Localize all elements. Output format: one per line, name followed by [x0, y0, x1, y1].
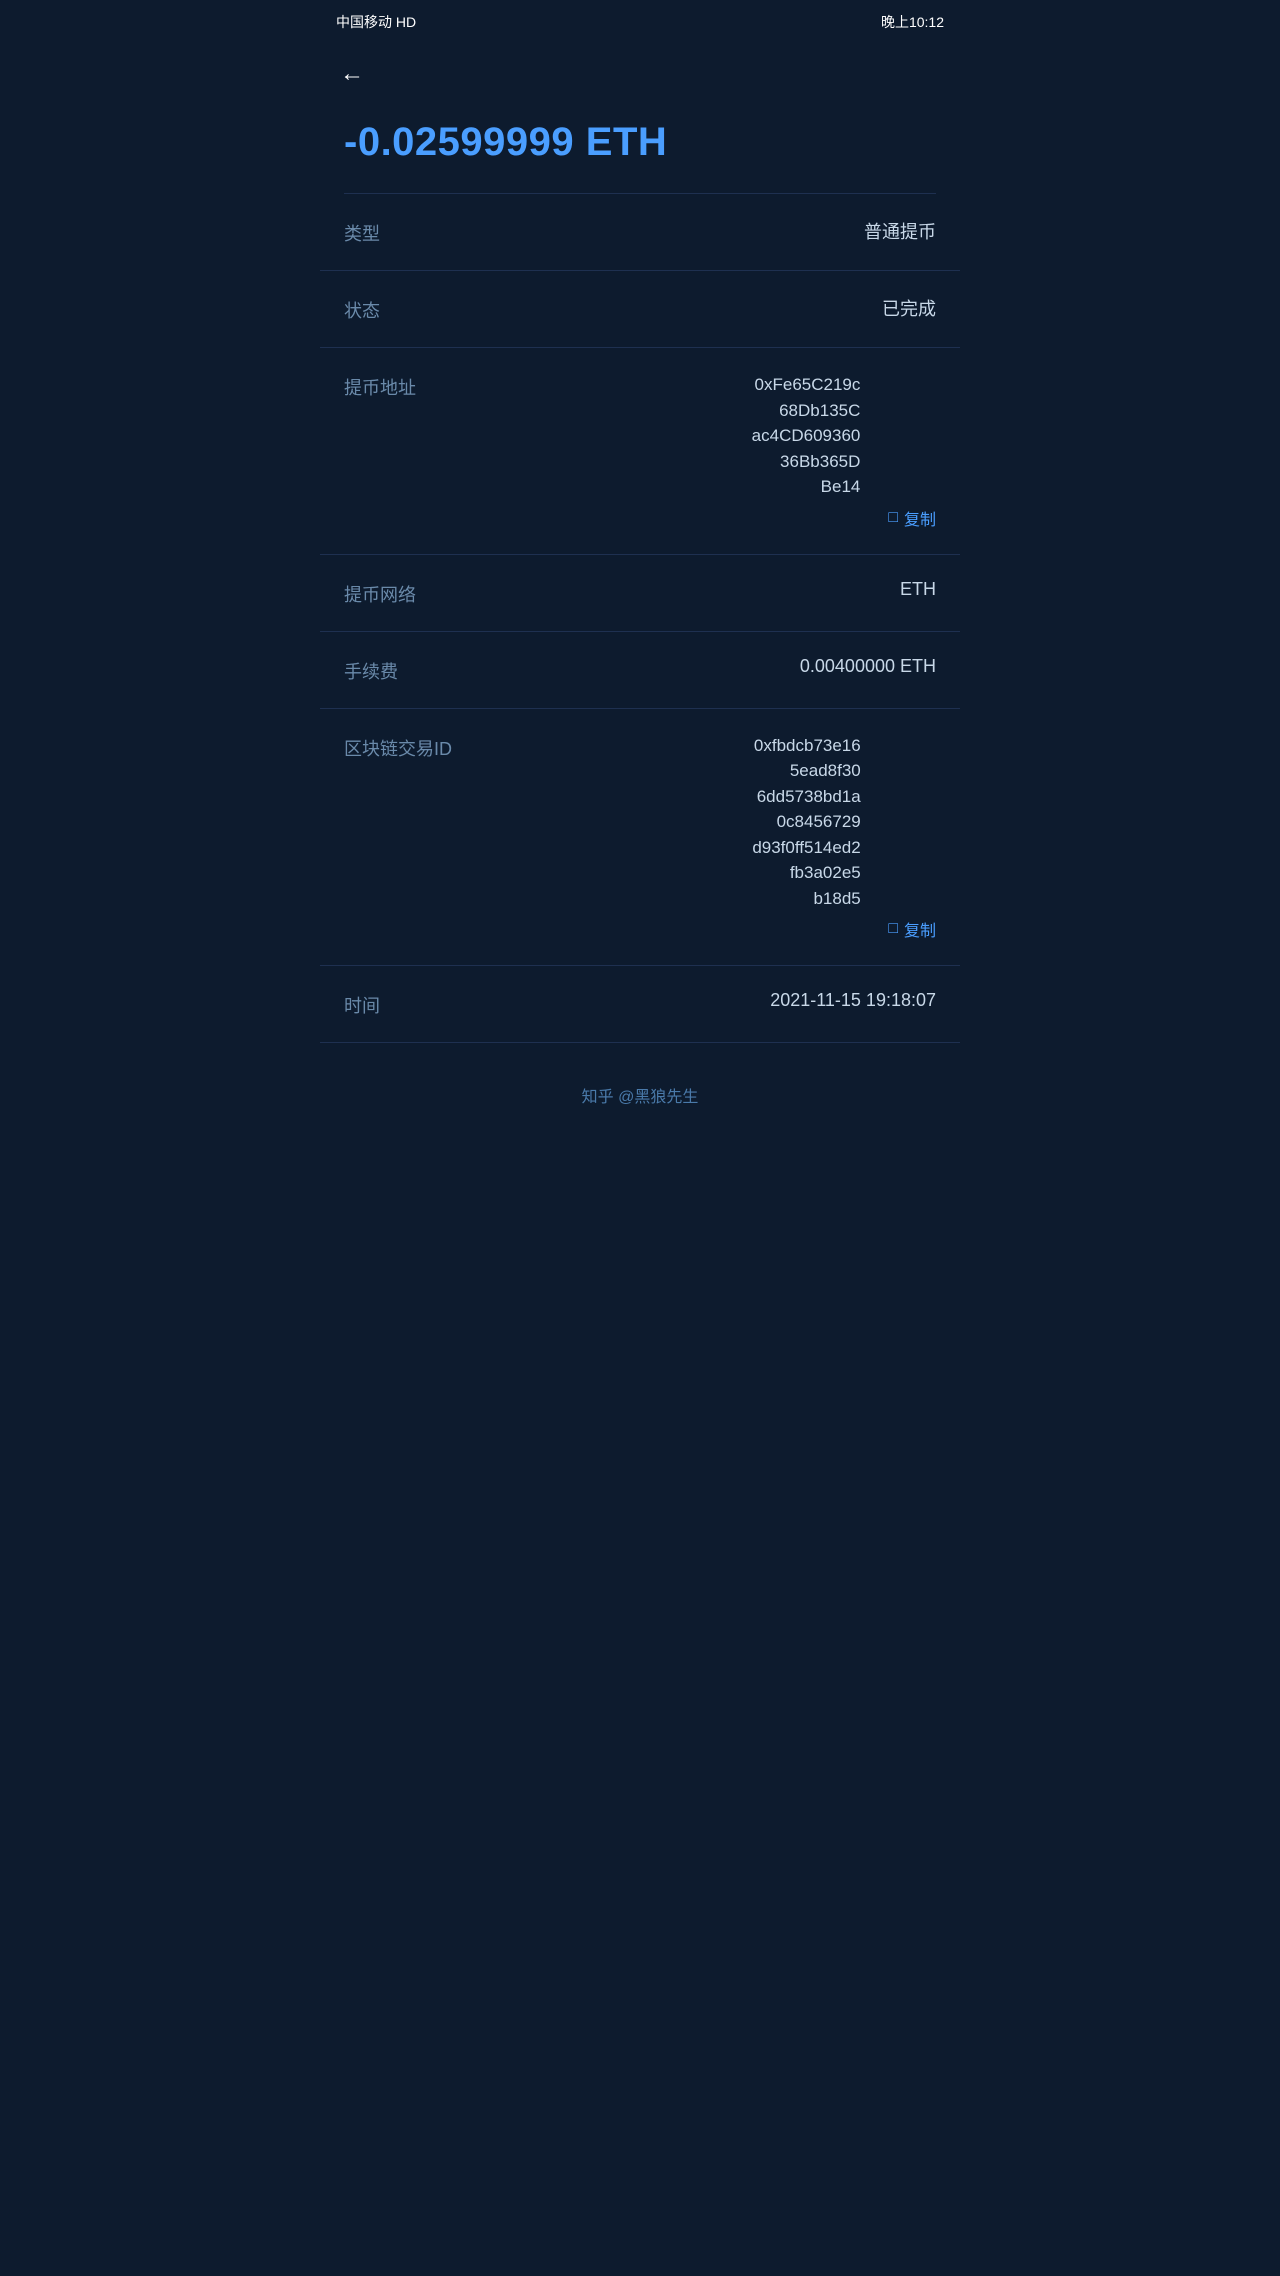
time-label: 时间 — [344, 990, 380, 1018]
amount-section: -0.02599999 ETH — [320, 96, 960, 193]
address-label: 提币地址 — [344, 372, 416, 400]
fee-label: 手续费 — [344, 656, 398, 684]
address-line1: 0xFe65C219c68Db135C ac4CD60936036Bb365D … — [747, 372, 860, 500]
copy-icon: □ — [888, 509, 898, 527]
watermark-text: 知乎 @黑狼先生 — [582, 1089, 699, 1106]
txid-value: 0xfbdcb73e165ead8f30 6dd5738bd1a0c845672… — [748, 733, 861, 912]
status-value: 已完成 — [882, 295, 936, 321]
copy-icon-2: □ — [888, 920, 898, 938]
time-value: 2021-11-15 19:18:07 — [770, 990, 936, 1011]
txid-label: 区块链交易ID — [344, 733, 452, 761]
address-copy-label: 复制 — [904, 506, 936, 530]
type-row: 类型 普通提币 — [320, 194, 960, 271]
type-value: 普通提币 — [864, 218, 936, 244]
txid-block: 0xfbdcb73e165ead8f30 6dd5738bd1a0c845672… — [748, 733, 936, 942]
back-arrow-icon: ← — [340, 60, 364, 87]
back-button[interactable]: ← — [320, 44, 960, 96]
type-label: 类型 — [344, 218, 380, 246]
network-row: 提币网络 ETH — [320, 555, 960, 632]
network-label: 提币网络 — [344, 579, 416, 607]
amount-value: -0.02599999 ETH — [344, 120, 936, 165]
address-row: 提币地址 0xFe65C219c68Db135C ac4CD60936036Bb… — [320, 348, 960, 555]
time-text: 晚上10:12 — [881, 12, 944, 32]
carrier-text: 中国移动 HD — [336, 12, 416, 32]
status-row: 状态 已完成 — [320, 271, 960, 348]
address-copy-button[interactable]: □ 复制 — [747, 506, 936, 530]
status-bar: 中国移动 HD 晚上10:12 — [320, 0, 960, 44]
address-block: 0xFe65C219c68Db135C ac4CD60936036Bb365D … — [747, 372, 936, 530]
network-value: ETH — [900, 579, 936, 600]
txid-copy-button[interactable]: □ 复制 — [748, 917, 936, 941]
fee-row: 手续费 0.00400000 ETH — [320, 632, 960, 709]
status-label: 状态 — [344, 295, 380, 323]
fee-value: 0.00400000 ETH — [800, 656, 936, 677]
txid-copy-label: 复制 — [904, 917, 936, 941]
time-row: 时间 2021-11-15 19:18:07 — [320, 966, 960, 1043]
txid-row: 区块链交易ID 0xfbdcb73e165ead8f30 6dd5738bd1a… — [320, 709, 960, 967]
watermark: 知乎 @黑狼先生 — [320, 1043, 960, 1127]
